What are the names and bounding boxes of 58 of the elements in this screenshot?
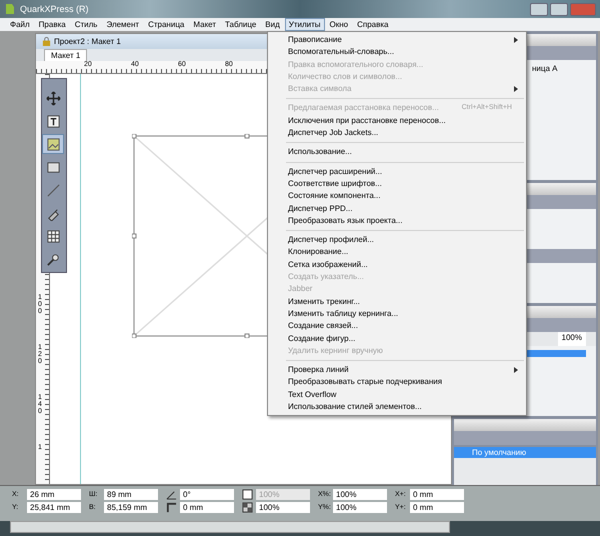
measurement-field[interactable]: 100%	[333, 489, 387, 500]
menu-bar-item[interactable]: Элемент	[102, 18, 144, 31]
menu-item[interactable]: Изменить таблицу кернинга...	[268, 308, 526, 320]
maximize-button[interactable]	[550, 2, 568, 16]
horizontal-scrollbar[interactable]	[10, 521, 450, 533]
measurement-field[interactable]: 0 mm	[410, 502, 464, 513]
menu-item[interactable]: Сетка изображений...	[268, 258, 526, 272]
page-label: ница А	[532, 64, 558, 73]
menu-item[interactable]: Преобразовать язык проекта...	[268, 214, 526, 228]
menu-item[interactable]: Преобразовывать старые подчеркивания	[268, 376, 526, 389]
menu-item[interactable]: Изменить трекинг...	[268, 296, 526, 308]
measurement-field[interactable]: 0 mm	[180, 502, 234, 513]
menu-item[interactable]: Использование стилей элементов...	[268, 401, 526, 414]
menu-item[interactable]: Состояние компонента...	[268, 190, 526, 203]
menu-bar-item[interactable]: Стиль	[70, 18, 102, 31]
app-logo-icon	[4, 3, 16, 15]
menu-item[interactable]: Исключения при расстановке переносов...	[268, 114, 526, 128]
corner-icon	[166, 502, 177, 513]
measurement-field[interactable]: 85,159 mm	[104, 502, 158, 513]
layout-tab[interactable]: Макет 1	[44, 49, 88, 61]
opacity-field[interactable]: 100%	[558, 332, 586, 346]
menu-item[interactable]: Text Overflow	[268, 388, 526, 402]
menu-bar-item[interactable]: Вид	[261, 18, 284, 31]
menu-item[interactable]: Создание связей...	[268, 320, 526, 333]
menu-item[interactable]: Соответствие шрифтов...	[268, 178, 526, 190]
measurement-field[interactable]: 100%	[256, 502, 310, 513]
menu-item[interactable]: Диспетчер PPD...	[268, 202, 526, 215]
menu-bar-item[interactable]: Справка	[353, 18, 393, 31]
menu-item[interactable]: Проверка линий	[268, 364, 526, 376]
menu-item[interactable]: Диспетчер расширений...	[268, 166, 526, 178]
angle-icon	[166, 489, 177, 500]
measurement-field[interactable]: 0°	[180, 489, 234, 500]
minimize-button[interactable]	[530, 2, 548, 16]
measurement-field[interactable]: 100%	[333, 502, 387, 513]
menu-item[interactable]: Диспетчер Job Jackets...	[268, 127, 526, 140]
menu-item[interactable]: Правописание	[268, 34, 526, 46]
shade-icon	[242, 489, 253, 500]
menu-item[interactable]: Вспомогательный-словарь...	[268, 46, 526, 59]
document-title: Проект2 : Макет 1	[54, 37, 121, 46]
menu-bar-item[interactable]: Страница	[144, 18, 188, 31]
menu-bar-item[interactable]: Макет	[189, 18, 220, 31]
menu-item[interactable]: Создание фигур...	[268, 332, 526, 345]
measurement-field[interactable]: 26 mm	[27, 489, 81, 500]
picture-tool-icon[interactable]	[43, 135, 63, 153]
measurement-field[interactable]: 0 mm	[410, 489, 464, 500]
menu-bar-item[interactable]: Утилиты	[284, 18, 325, 31]
window-title: QuarkXPress (R)	[20, 4, 89, 14]
menu-bar-item[interactable]: Правка	[34, 18, 70, 31]
measurement-field[interactable]: 89 mm	[104, 489, 158, 500]
menu-item[interactable]: Диспетчер профилей...	[268, 234, 526, 246]
menu-bar-item[interactable]: Файл	[6, 18, 34, 31]
measurement-field[interactable]: 25,841 mm	[27, 502, 81, 513]
lock-icon	[42, 37, 51, 46]
menu-item[interactable]: Клонирование...	[268, 246, 526, 259]
opacity-icon	[242, 502, 253, 513]
menu-item[interactable]: Использование...	[268, 146, 526, 159]
menu-bar-item[interactable]: Окно	[326, 18, 352, 31]
menu-bar-item[interactable]: Таблице	[221, 18, 260, 31]
